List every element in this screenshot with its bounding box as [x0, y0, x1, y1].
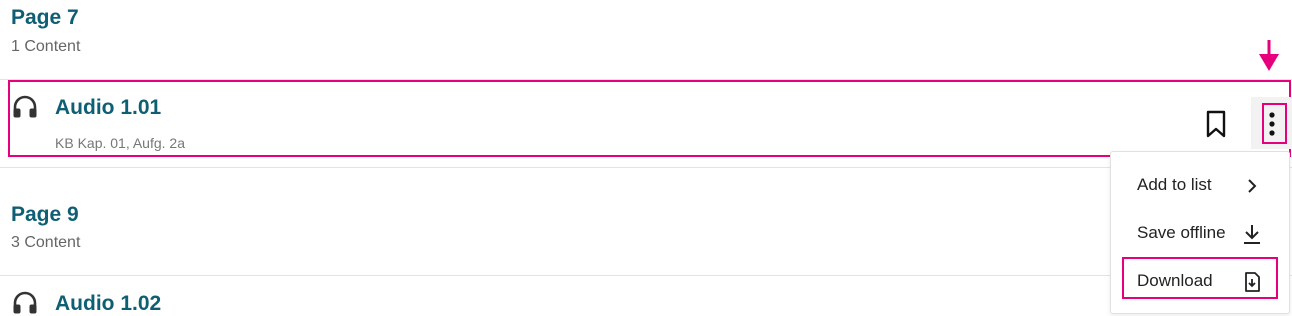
menu-item-label: Save offline: [1137, 223, 1226, 242]
highlight-frame-download: [1122, 257, 1278, 299]
pointer-arrow-icon: [1259, 40, 1279, 71]
section-title-page-9: Page 9: [11, 203, 79, 226]
bookmark-icon: [1206, 110, 1226, 138]
section-content-count: 1 Content: [11, 38, 81, 55]
section-title-page-7: Page 7: [11, 6, 79, 29]
menu-item-save-offline[interactable]: Save offline: [1111, 213, 1289, 253]
highlight-frame-item: [8, 80, 1291, 157]
divider: [0, 167, 1292, 168]
bookmark-button[interactable]: [1201, 108, 1231, 140]
item-title[interactable]: Audio 1.02: [55, 292, 161, 316]
list-item-audio-1-02[interactable]: Audio 1.02: [0, 276, 1292, 315]
highlight-frame-kebab: [1262, 103, 1287, 144]
menu-item-label: Add to list: [1137, 175, 1212, 194]
download-arrow-icon: [1244, 225, 1260, 244]
chevron-right-icon: [1248, 179, 1257, 193]
section-content-count: 3 Content: [11, 234, 81, 251]
menu-item-add-to-list[interactable]: Add to list: [1111, 165, 1289, 205]
headphones-icon: [13, 291, 37, 314]
